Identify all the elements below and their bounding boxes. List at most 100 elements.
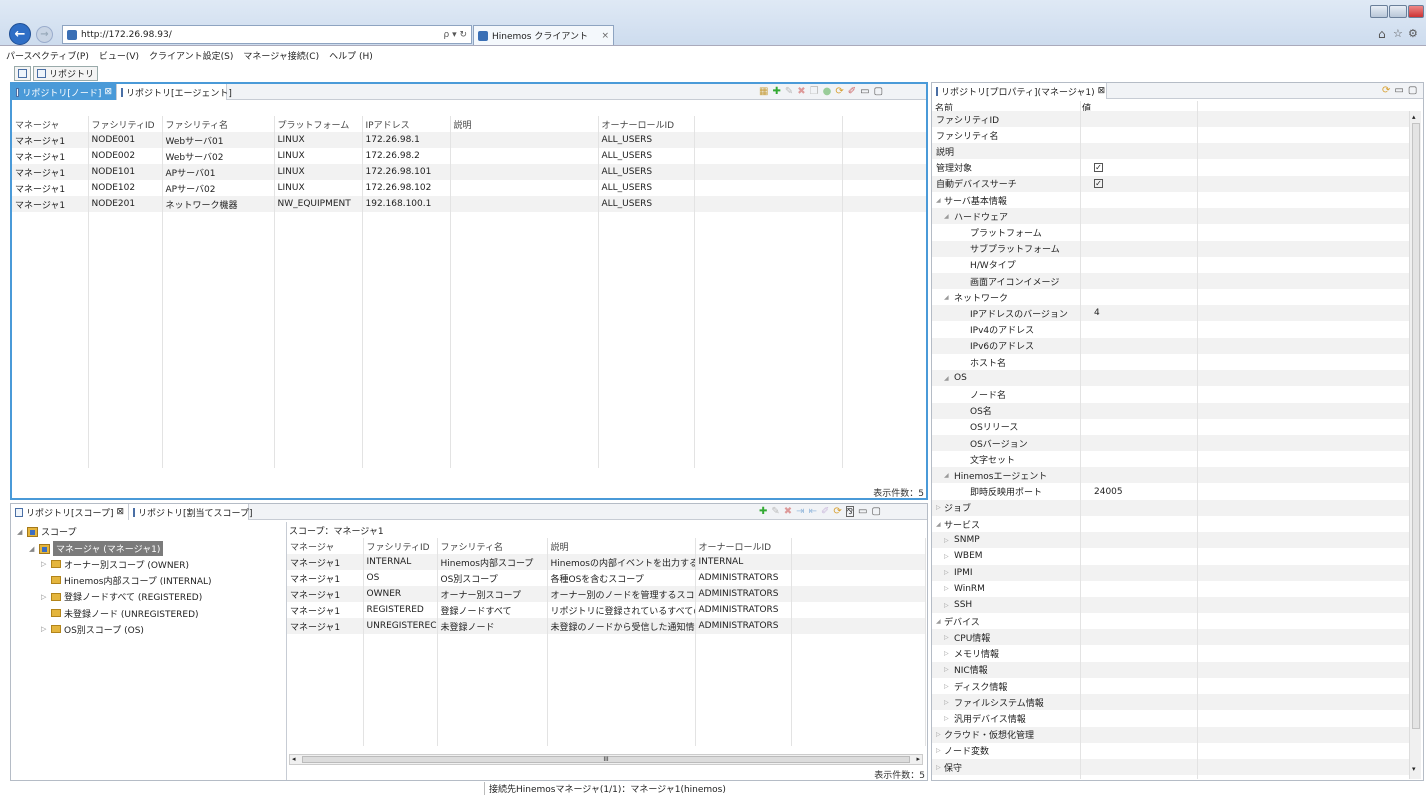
table-row[interactable]: マネージャ1 UNREGISTEREC 未登録ノード 未登録のノードから受信した通知情… <box>287 618 926 634</box>
property-row[interactable]: ▷ 保守 <box>932 759 1409 775</box>
search-refresh-icon[interactable]: ρ ▾ ↻ <box>444 30 468 40</box>
checkbox[interactable]: ✓ <box>1094 163 1103 173</box>
horizontal-scrollbar[interactable]: ◂ III ▸ <box>289 754 923 765</box>
add-icon[interactable]: ✚ <box>759 506 767 517</box>
property-row[interactable]: OSバージョン <box>932 435 1409 451</box>
expand-arrow-icon[interactable]: ▷ <box>936 731 941 738</box>
close-icon[interactable]: ⊠ <box>116 507 124 517</box>
assign-icon[interactable]: ⇥ <box>796 506 804 517</box>
property-row[interactable]: 管理対象 ✓ <box>932 160 1409 176</box>
property-row[interactable]: ▷ CPU情報 <box>932 629 1409 646</box>
table-row[interactable]: マネージャ1OWNERオーナー別スコープオーナー別のノードを管理するスコープAD… <box>287 586 926 602</box>
maximize-button[interactable] <box>1389 5 1407 18</box>
property-row[interactable]: ◢ Hinemosエージェント <box>932 467 1409 484</box>
property-row[interactable]: 画面アイコンイメージ <box>932 273 1409 289</box>
property-row[interactable]: ▷ ノード変数 <box>932 743 1409 759</box>
expand-arrow-icon[interactable]: ▷ <box>944 569 949 576</box>
expand-arrow-icon[interactable]: ◢ <box>17 528 24 536</box>
expand-arrow-icon[interactable]: ▷ <box>936 764 941 771</box>
scroll-thumb[interactable]: III <box>302 756 910 763</box>
property-row[interactable]: ▷ ディスク情報 <box>932 678 1409 694</box>
filter-icon[interactable]: ✐ <box>848 86 856 97</box>
scroll-left-icon[interactable]: ◂ <box>292 755 296 763</box>
tree-item[interactable]: ◢ スコープ <box>17 525 76 538</box>
repository-perspective-button[interactable]: リポジトリ <box>33 65 99 81</box>
tree-item[interactable]: Hinemos内部スコープ (INTERNAL) <box>41 574 212 587</box>
property-row[interactable]: プラットフォーム <box>932 224 1409 240</box>
tree-item[interactable]: ▷ 登録ノードすべて (REGISTERED) <box>41 590 202 603</box>
property-row[interactable]: ◢ サーバ基本情報 <box>932 192 1409 208</box>
property-row[interactable]: ▷ メモリ情報 <box>932 646 1409 662</box>
scroll-thumb[interactable] <box>1412 123 1420 729</box>
menu-manager-connection[interactable]: マネージャ接続(C) <box>243 49 319 62</box>
home-icon[interactable]: ⌂ <box>1378 27 1386 41</box>
property-row[interactable]: ▷ NIC情報 <box>932 661 1409 678</box>
menu-perspective[interactable]: パースペクティブ(P) <box>6 49 89 62</box>
unassign-icon[interactable]: ⇤ <box>809 506 817 517</box>
property-row[interactable]: ◢ サービス <box>932 516 1409 532</box>
expand-arrow-icon[interactable]: ▷ <box>41 593 48 601</box>
property-row[interactable]: OSリリース <box>932 419 1409 435</box>
property-row[interactable]: ファシリティ名 <box>932 127 1409 143</box>
checkbox[interactable]: ✓ <box>1094 179 1103 189</box>
table-row[interactable]: マネージャ1 REGISTERED 登録ノードすべて リポジトリに登録されているすべて… <box>287 602 926 618</box>
property-row[interactable]: 自動デバイスサーチ ✓ <box>932 175 1409 192</box>
property-row[interactable]: H/Wタイプ <box>932 257 1409 273</box>
property-row[interactable]: ◢ ネットワーク <box>932 289 1409 305</box>
expand-arrow-icon[interactable]: ▷ <box>944 537 949 544</box>
expand-arrow-icon[interactable]: ◢ <box>936 197 941 204</box>
forward-button[interactable]: → <box>36 26 53 43</box>
settings-gear-icon[interactable]: ⚙ <box>1408 27 1418 40</box>
expand-arrow-icon[interactable]: ▷ <box>944 715 949 722</box>
copy-icon[interactable]: ❐ <box>810 86 819 97</box>
property-row[interactable]: サブプラットフォーム <box>932 240 1409 257</box>
menu-view[interactable]: ビュー(V) <box>99 49 139 62</box>
tab-repository-scope[interactable]: リポジトリ[スコープ] ⊠ <box>11 504 129 520</box>
close-icon[interactable]: ⊠ <box>104 87 112 97</box>
scroll-right-icon[interactable]: ▸ <box>916 755 920 763</box>
back-button[interactable]: ← <box>9 23 31 45</box>
minimize-view-icon[interactable]: ▭ <box>860 86 869 97</box>
property-row[interactable]: ◢ OS <box>932 370 1409 387</box>
property-row[interactable]: IPアドレスのバージョン 4 <box>932 305 1409 322</box>
property-row[interactable]: 説明 <box>932 143 1409 160</box>
col-facility-id[interactable]: ファシリティID <box>363 538 438 554</box>
tree-item[interactable]: ▷ オーナー別スコープ (OWNER) <box>41 558 189 571</box>
perspective-button[interactable] <box>14 65 31 81</box>
expand-arrow-icon[interactable]: ◢ <box>944 375 949 382</box>
address-bar[interactable]: http://172.26.98.93/ ρ ▾ ↻ <box>62 25 472 44</box>
property-row[interactable]: ◢ デバイス <box>932 613 1409 629</box>
property-value[interactable]: 4 <box>1094 308 1100 318</box>
minimize-view-icon[interactable]: ▭ <box>1394 85 1403 96</box>
expand-arrow-icon[interactable]: ▷ <box>41 560 48 568</box>
property-row[interactable]: ◢ ハードウェア <box>932 208 1409 225</box>
expand-arrow-icon[interactable]: ▷ <box>944 553 949 560</box>
col-facility-name[interactable]: ファシリティ名 <box>437 538 548 554</box>
tab-repository-property[interactable]: リポジトリ[プロパティ](マネージャ1) ⊠ <box>932 83 1107 99</box>
property-row[interactable]: ▷ ファイルシステム情報 <box>932 694 1409 711</box>
property-row[interactable]: IPv6のアドレス <box>932 337 1409 354</box>
col-manager[interactable]: マネージャ <box>287 538 364 554</box>
expand-arrow-icon[interactable]: ▷ <box>936 504 941 511</box>
expand-arrow-icon[interactable]: ◢ <box>944 294 949 301</box>
close-icon[interactable]: ⊠ <box>1098 86 1106 96</box>
property-row[interactable]: IPv4のアドレス <box>932 322 1409 338</box>
delete-icon[interactable]: ✖ <box>784 506 792 517</box>
col-owner-role[interactable]: オーナーロールID <box>695 538 792 554</box>
property-row[interactable]: ノード名 <box>932 386 1409 402</box>
expand-arrow-icon[interactable]: ▷ <box>944 650 949 657</box>
tab-repository-assigned-scope[interactable]: リポジトリ[割当てスコープ] <box>129 504 252 520</box>
property-row[interactable]: ▷ ジョブ <box>932 499 1409 516</box>
close-window-button[interactable] <box>1408 5 1424 18</box>
minimize-button[interactable] <box>1370 5 1388 18</box>
expand-arrow-icon[interactable]: ▷ <box>41 625 48 633</box>
tree-item[interactable]: ◢ マネージャ (マネージャ1) <box>29 541 164 557</box>
delete-icon[interactable]: ✖ <box>797 86 805 97</box>
tab-close-icon[interactable]: × <box>601 31 609 41</box>
property-row[interactable]: OS名 <box>932 402 1409 419</box>
expand-arrow-icon[interactable]: ▷ <box>944 585 949 592</box>
refresh-icon[interactable]: ⟳ <box>833 506 841 517</box>
enable-icon[interactable]: ● <box>823 86 832 97</box>
property-row[interactable]: 文字セット <box>932 451 1409 467</box>
menu-help[interactable]: ヘルプ (H) <box>329 49 373 62</box>
